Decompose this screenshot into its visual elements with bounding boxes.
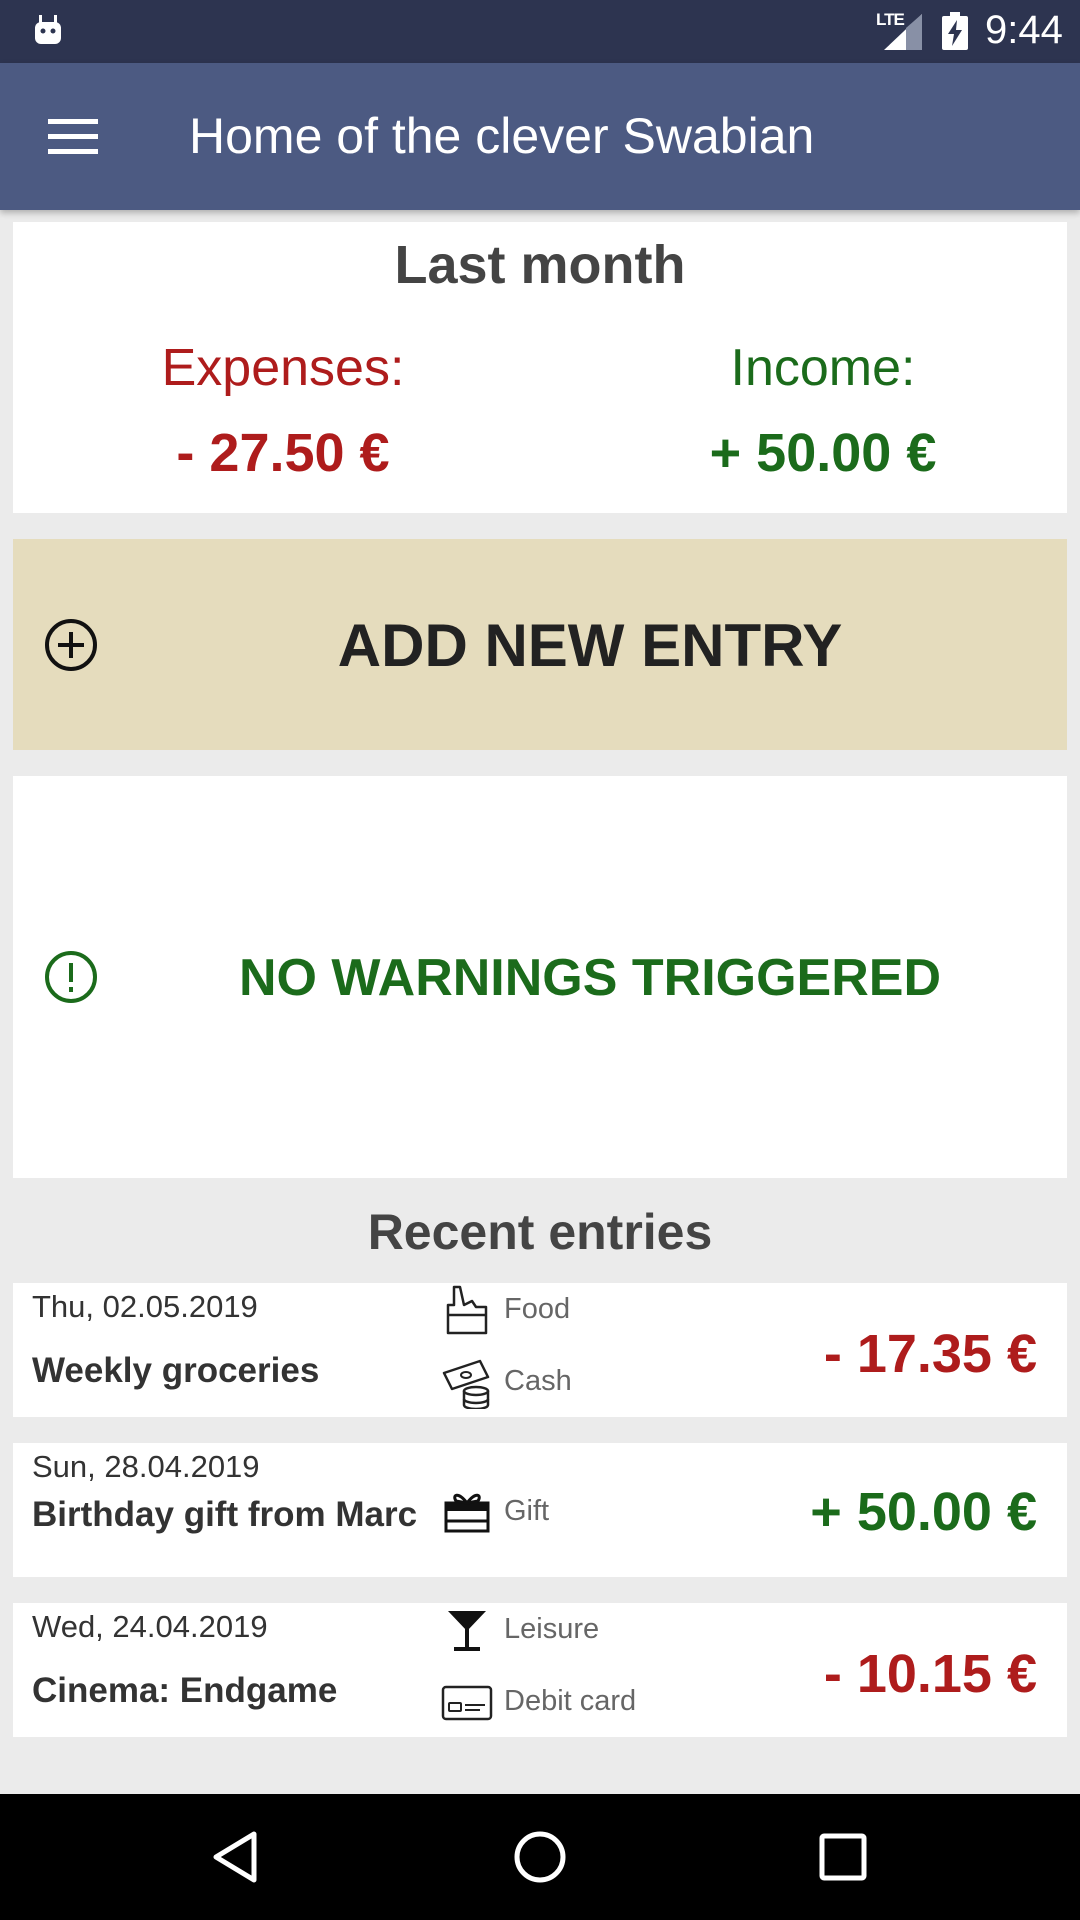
cocktail-glass-icon xyxy=(448,1611,486,1651)
back-icon[interactable] xyxy=(204,1824,270,1890)
entry-amount: - 10.15 € xyxy=(823,1644,1037,1704)
warnings-card[interactable]: NO WARNINGS TRIGGERED xyxy=(13,776,1067,1178)
entry-date: Wed, 24.04.2019 xyxy=(32,1609,268,1644)
entry-category: Food xyxy=(504,1293,571,1325)
list-item[interactable]: Wed, 24.04.2019 Cinema: Endgame Leisure … xyxy=(13,1603,1067,1737)
hamburger-menu-icon[interactable] xyxy=(40,111,106,163)
entry-description: Cinema: Endgame xyxy=(32,1671,338,1710)
summary-period: Last month xyxy=(394,235,686,295)
expenses-label: Expenses: xyxy=(161,339,405,397)
cash-icon xyxy=(442,1359,490,1409)
entry-date: Thu, 02.05.2019 xyxy=(32,1289,258,1324)
recent-entries-title: Recent entries xyxy=(367,1204,713,1260)
entry-payment: Debit card xyxy=(504,1685,637,1717)
add-new-entry-button[interactable]: ADD NEW ENTRY xyxy=(13,539,1067,750)
entry-category: Gift xyxy=(504,1495,550,1527)
entry-description: Weekly groceries xyxy=(32,1351,320,1390)
list-item[interactable]: Sun, 28.04.2019 Birthday gift from Marc … xyxy=(13,1443,1067,1577)
entry-payment: Cash xyxy=(504,1365,572,1397)
system-nav-bar xyxy=(0,1794,1080,1920)
warnings-status: NO WARNINGS TRIGGERED xyxy=(238,949,942,1007)
debit-card-icon xyxy=(441,1685,493,1721)
expenses-value: - 27.50 € xyxy=(176,423,390,483)
food-bag-icon xyxy=(446,1285,488,1335)
alert-circle-icon xyxy=(45,951,97,1003)
entry-category: Leisure xyxy=(504,1613,600,1645)
battery-charging-icon xyxy=(942,12,968,50)
entry-amount: + 50.00 € xyxy=(810,1482,1037,1542)
status-time: 9:44 xyxy=(985,8,1063,52)
app-bar: Home of the clever Swabian xyxy=(0,63,1080,210)
list-item[interactable]: Thu, 02.05.2019 Weekly groceries Food Ca… xyxy=(13,1283,1067,1417)
recents-icon[interactable] xyxy=(810,1824,876,1890)
gift-icon xyxy=(444,1493,490,1533)
signal-icon xyxy=(884,14,922,50)
entry-description: Birthday gift from Marc xyxy=(32,1495,418,1534)
income-label: Income: xyxy=(730,339,916,397)
monthly-summary-card: Last month Expenses: - 27.50 € Income: +… xyxy=(13,222,1067,513)
home-icon[interactable] xyxy=(507,1824,573,1890)
entry-date: Sun, 28.04.2019 xyxy=(32,1449,260,1484)
add-circle-icon xyxy=(45,619,97,671)
android-icon xyxy=(35,15,61,44)
app-title: Home of the clever Swabian xyxy=(189,108,815,164)
status-bar: LTE 9:44 xyxy=(0,0,1080,63)
income-value: + 50.00 € xyxy=(709,423,937,483)
add-new-entry-label: ADD NEW ENTRY xyxy=(337,612,843,679)
entry-amount: - 17.35 € xyxy=(823,1324,1037,1384)
